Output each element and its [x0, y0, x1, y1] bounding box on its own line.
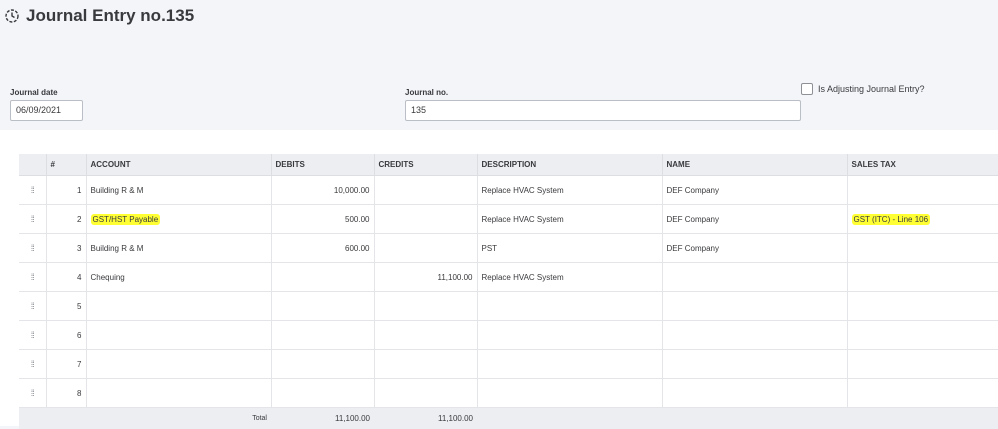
cell-name[interactable]	[662, 379, 847, 408]
cell-account[interactable]: Building R & M	[86, 234, 271, 263]
cell-credits[interactable]	[374, 321, 477, 350]
header-description: DESCRIPTION	[477, 154, 662, 176]
table-row[interactable]: ⁞⁞6	[19, 321, 998, 350]
header-account: ACCOUNT	[86, 154, 271, 176]
cell-account[interactable]: GST/HST Payable	[86, 205, 271, 234]
drag-handle-icon[interactable]: ⁞⁞	[19, 263, 46, 292]
cell-credits[interactable]	[374, 350, 477, 379]
journal-lines-area: # ACCOUNT DEBITS CREDITS DESCRIPTION NAM…	[0, 130, 998, 426]
cell-name[interactable]: DEF Company	[662, 234, 847, 263]
cell-name[interactable]	[662, 263, 847, 292]
cell-debits[interactable]	[271, 263, 374, 292]
title-row: Journal Entry no.135	[4, 6, 194, 26]
cell-account[interactable]: Building R & M	[86, 176, 271, 205]
cell-debits[interactable]	[271, 350, 374, 379]
cell-name[interactable]	[662, 350, 847, 379]
cell-debits[interactable]: 600.00	[271, 234, 374, 263]
cell-debits[interactable]: 10,000.00	[271, 176, 374, 205]
cell-sales-tax[interactable]	[847, 234, 998, 263]
table-row[interactable]: ⁞⁞7	[19, 350, 998, 379]
cell-description[interactable]	[477, 350, 662, 379]
cell-name[interactable]	[662, 292, 847, 321]
header-sales-tax: SALES TAX	[847, 154, 998, 176]
row-number: 8	[46, 379, 86, 408]
cell-account[interactable]	[86, 292, 271, 321]
adjusting-entry-checkbox[interactable]	[801, 83, 813, 95]
table-row[interactable]: ⁞⁞4Chequing 11,100.00Replace HVAC System	[19, 263, 998, 292]
cell-credits[interactable]: 11,100.00	[374, 263, 477, 292]
drag-handle-icon[interactable]: ⁞⁞	[19, 292, 46, 321]
adjusting-entry-label: Is Adjusting Journal Entry?	[818, 84, 925, 94]
header-name: NAME	[662, 154, 847, 176]
cell-credits[interactable]	[374, 292, 477, 321]
cell-sales-tax[interactable]	[847, 321, 998, 350]
row-number: 2	[46, 205, 86, 234]
table-header-row: # ACCOUNT DEBITS CREDITS DESCRIPTION NAM…	[19, 154, 998, 176]
cell-description[interactable]: Replace HVAC System	[477, 176, 662, 205]
cell-description[interactable]	[477, 379, 662, 408]
cell-name[interactable]	[662, 321, 847, 350]
cell-account[interactable]: Chequing	[86, 263, 271, 292]
table-body: ⁞⁞1Building R & M10,000.00Replace HVAC S…	[19, 176, 998, 408]
cell-sales-tax[interactable]	[847, 176, 998, 205]
form-header: Journal Entry no.135 Journal date 06/09/…	[0, 0, 998, 130]
journal-date-label: Journal date	[10, 88, 58, 97]
cell-sales-tax[interactable]	[847, 292, 998, 321]
table-row[interactable]: ⁞⁞2GST/HST Payable500.00 Replace HVAC Sys…	[19, 205, 998, 234]
cell-credits[interactable]	[374, 234, 477, 263]
journal-date-input[interactable]: 06/09/2021	[10, 100, 83, 121]
cell-sales-tax[interactable]: GST (ITC) - Line 106	[847, 205, 998, 234]
row-number: 6	[46, 321, 86, 350]
row-number: 4	[46, 263, 86, 292]
journal-no-input[interactable]: 135	[405, 100, 801, 121]
cell-name[interactable]: DEF Company	[662, 205, 847, 234]
header-credits: CREDITS	[374, 154, 477, 176]
cell-name[interactable]: DEF Company	[662, 176, 847, 205]
row-number: 3	[46, 234, 86, 263]
header-debits: DEBITS	[271, 154, 374, 176]
cell-description[interactable]	[477, 292, 662, 321]
row-number: 5	[46, 292, 86, 321]
header-drag	[19, 154, 46, 176]
drag-handle-icon[interactable]: ⁞⁞	[19, 234, 46, 263]
drag-handle-icon[interactable]: ⁞⁞	[19, 321, 46, 350]
cell-description[interactable]: Replace HVAC System	[477, 205, 662, 234]
table-row[interactable]: ⁞⁞1Building R & M10,000.00 Replace HVAC S…	[19, 176, 998, 205]
cell-account[interactable]	[86, 321, 271, 350]
table-row[interactable]: ⁞⁞8	[19, 379, 998, 408]
cell-credits[interactable]	[374, 379, 477, 408]
cell-debits[interactable]	[271, 292, 374, 321]
drag-handle-icon[interactable]: ⁞⁞	[19, 350, 46, 379]
cell-sales-tax[interactable]	[847, 379, 998, 408]
drag-handle-icon[interactable]: ⁞⁞	[19, 205, 46, 234]
cell-description[interactable]	[477, 321, 662, 350]
cell-credits[interactable]	[374, 205, 477, 234]
row-number: 1	[46, 176, 86, 205]
drag-handle-icon[interactable]: ⁞⁞	[19, 176, 46, 205]
cell-debits[interactable]: 500.00	[271, 205, 374, 234]
header-num: #	[46, 154, 86, 176]
history-icon[interactable]	[4, 8, 20, 24]
cell-debits[interactable]	[271, 379, 374, 408]
journal-no-label: Journal no.	[405, 88, 448, 97]
cell-credits[interactable]	[374, 176, 477, 205]
cell-description[interactable]: PST	[477, 234, 662, 263]
page-title: Journal Entry no.135	[26, 6, 194, 26]
table-row[interactable]: ⁞⁞5	[19, 292, 998, 321]
drag-handle-icon[interactable]: ⁞⁞	[19, 379, 46, 408]
journal-lines-table: # ACCOUNT DEBITS CREDITS DESCRIPTION NAM…	[19, 154, 998, 429]
cell-debits[interactable]	[271, 321, 374, 350]
cell-description[interactable]: Replace HVAC System	[477, 263, 662, 292]
cell-account[interactable]	[86, 350, 271, 379]
row-number: 7	[46, 350, 86, 379]
cell-sales-tax[interactable]	[847, 350, 998, 379]
table-row[interactable]: ⁞⁞3Building R & M600.00 PSTDEF Company	[19, 234, 998, 263]
adjusting-entry-toggle[interactable]: Is Adjusting Journal Entry?	[801, 83, 925, 95]
cell-account[interactable]	[86, 379, 271, 408]
cell-sales-tax[interactable]	[847, 263, 998, 292]
